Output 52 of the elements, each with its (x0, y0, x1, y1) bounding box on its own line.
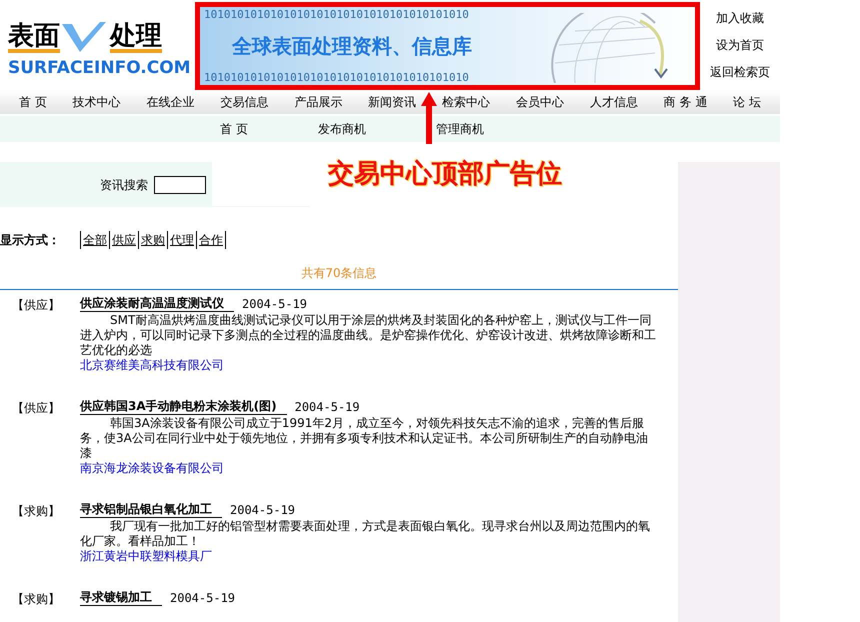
entry-date: 2004-5-19 (230, 503, 296, 518)
entry-date: 2004-5-19 (294, 400, 360, 415)
header-link[interactable]: 返回检索页 (710, 63, 770, 82)
display-mode-label: 显示方式： (0, 232, 61, 249)
nav-item[interactable]: 论 坛 (733, 93, 761, 111)
binary-pattern: 1010101010101010101010101010101010101010 (204, 72, 470, 83)
entry-title[interactable]: 寻求铝制品银白氧化加工 (80, 502, 222, 518)
filter-link[interactable]: 全部 (81, 231, 109, 249)
nav-item[interactable]: 技术中心 (72, 93, 121, 111)
nav-item[interactable]: 交易信息 (220, 93, 268, 111)
nav-item[interactable]: 在线企业 (146, 93, 195, 111)
entry-title[interactable]: 寻求镀锡加工 (80, 590, 162, 606)
entry-date: 2004-5-19 (170, 591, 236, 606)
subnav-item[interactable]: 管理商机 (436, 120, 484, 138)
filter-link[interactable]: 供应 (109, 231, 138, 249)
banner-headline: 全球表面处理资料、信息库 (230, 36, 473, 56)
result-count: 共有70条信息 (301, 265, 377, 282)
filter-link[interactable]: 代理 (167, 231, 196, 249)
nav-item[interactable]: 新闻资讯 (368, 93, 416, 111)
search-field[interactable] (154, 176, 206, 194)
category-tag: 【求购】 (0, 590, 80, 608)
nav-item[interactable]: 会员中心 (516, 93, 564, 111)
nav-item[interactable]: 首 页 (18, 93, 47, 111)
filter-link[interactable]: 求购 (138, 231, 167, 249)
category-tag: 【求购】 (0, 502, 80, 564)
entry-title[interactable]: 供应涂装耐高温温度测试仪 (80, 296, 234, 312)
entry-title[interactable]: 供应韩国3A手动静电粉末涂装机(图) (80, 399, 287, 415)
annotation-label: 交易中心顶部广告位 (328, 158, 562, 190)
nav-item[interactable]: 检索中心 (442, 93, 490, 111)
header-link[interactable]: 设为首页 (716, 36, 764, 54)
subnav-item[interactable]: 发布商机 (318, 120, 366, 138)
search-label: 资讯搜索 (100, 176, 148, 194)
header-link[interactable]: 加入收藏 (716, 8, 764, 27)
entry-description: 我厂现有一批加工好的铝管型材需要表面处理，方式是表面银白氧化。现寻求台州以及周边范围内的氧化厂家。看样品加工！ (80, 519, 651, 549)
category-tag: 【供应】 (0, 296, 80, 373)
nav-item[interactable]: 人才信息 (590, 93, 638, 111)
annotation-arrow (421, 92, 437, 144)
binary-pattern: 1010101010101010101010101010101010101010 (204, 9, 470, 20)
filter-link[interactable]: 合作 (196, 231, 225, 249)
entry-description: 韩国3A涂装设备有限公司成立于1991年2月，成立至今，对领先科技矢志不渝的追求，完善的售后服务，使3A公司在同行业中处于领先地位，并拥有多项专利技术和认定证书。本公司所研制生产的自动静电油漆 (80, 416, 649, 461)
logo-domain: SURFACEINFO.COM (8, 60, 192, 76)
entry-date: 2004-5-19 (242, 297, 308, 312)
entry-description: SMT耐高温烘烤温度曲线测试记录仪可以用于涂层的烘烤及封装固化的各种炉窑上，测试仪与工件一同进入炉内，可以同时记录下多测点的全过程的温度曲线。是炉窑操作优化、炉窑设计改进、烘烤故障诊断和工艺优化的必选 (80, 313, 657, 358)
subnav-item[interactable]: 首 页 (220, 120, 248, 138)
nav-item[interactable]: 产品展示 (294, 93, 342, 111)
category-tag: 【供应】 (0, 399, 80, 476)
logo-text: 处理 (110, 22, 162, 52)
nav-item[interactable]: 商 务 通 (664, 93, 708, 111)
logo-text: 表面 (8, 22, 60, 52)
company-link[interactable]: 南京海龙涂装设备有限公司 (80, 461, 224, 476)
company-link[interactable]: 浙江黄岩中联塑料模具厂 (80, 549, 212, 564)
company-link[interactable]: 北京赛维美高科技有限公司 (80, 358, 224, 373)
